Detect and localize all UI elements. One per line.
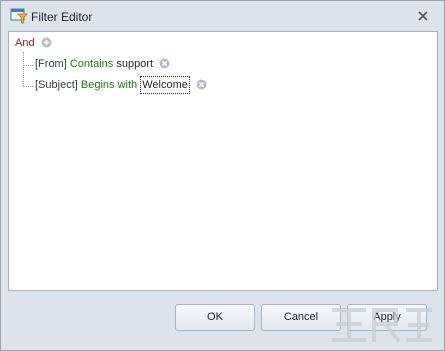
ok-button[interactable]: OK xyxy=(175,304,255,331)
condition-value[interactable]: support xyxy=(116,58,153,70)
filter-editor-window: Filter Editor And [From] Contains suppor… xyxy=(0,0,445,351)
condition-operator[interactable]: Begins with xyxy=(81,79,137,91)
title-bar: Filter Editor xyxy=(1,1,444,31)
tree-connector xyxy=(23,86,33,87)
window-title: Filter Editor xyxy=(31,10,93,24)
filter-tree-panel: And [From] Contains support [Subject] Be… xyxy=(8,31,438,291)
close-icon[interactable] xyxy=(416,9,430,23)
tree-connector xyxy=(23,52,24,86)
filter-editor-icon xyxy=(10,8,28,24)
condition-field[interactable]: [Subject] xyxy=(35,79,78,91)
tree-connector xyxy=(23,65,33,66)
group-operator[interactable]: And xyxy=(15,37,35,49)
condition-value-editor[interactable]: Welcome xyxy=(140,76,190,94)
group-row: And xyxy=(15,37,52,49)
add-condition-icon[interactable] xyxy=(41,37,52,48)
condition-operator[interactable]: Contains xyxy=(70,58,113,70)
watermark-logo xyxy=(332,308,432,343)
condition-row: [Subject] Begins with Welcome xyxy=(35,76,207,94)
condition-field[interactable]: [From] xyxy=(35,58,67,70)
remove-condition-icon[interactable] xyxy=(196,79,207,90)
condition-row: [From] Contains support xyxy=(35,58,170,70)
remove-condition-icon[interactable] xyxy=(159,58,170,69)
